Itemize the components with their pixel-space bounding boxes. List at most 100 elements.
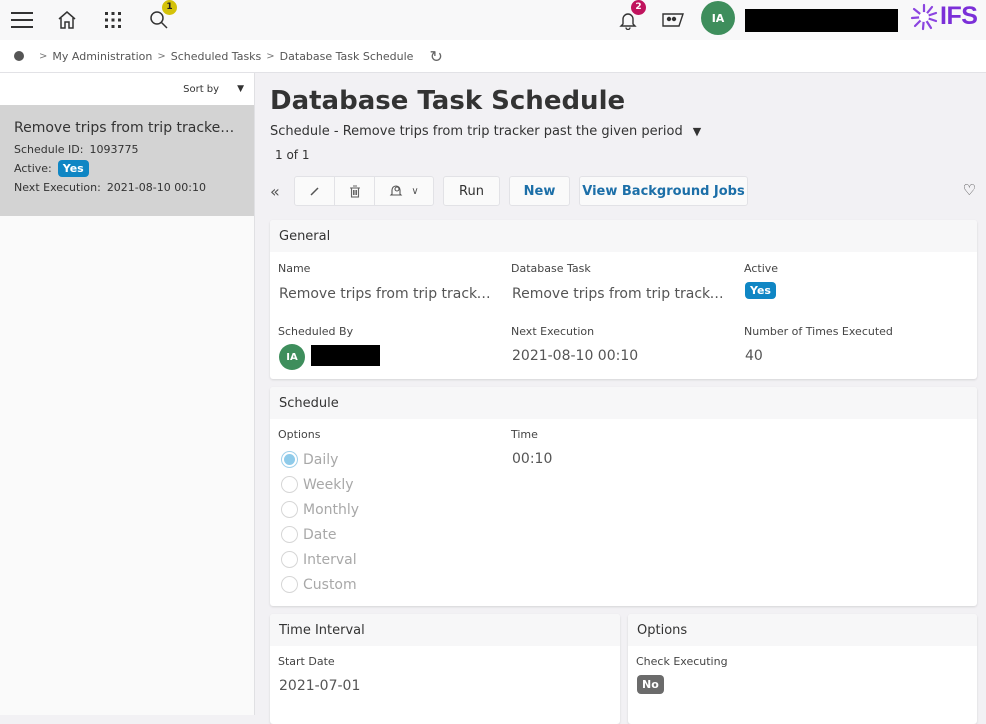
general-card: General Name Remove trips from trip trac… <box>270 220 977 379</box>
toolbar: « ∨ Run New View Background Jobs <box>270 176 748 206</box>
list-item-title: Remove trips from trip tracker past the … <box>14 120 240 136</box>
search-badge: 1 <box>162 0 177 15</box>
detail-panel: Database Task Schedule Schedule - Remove… <box>256 73 986 724</box>
next-execution-label: Next Execution <box>511 325 595 338</box>
edit-button-group: ∨ <box>294 176 434 206</box>
record-selector[interactable]: Schedule - Remove trips from trip tracke… <box>270 124 701 139</box>
schedule-option-date[interactable]: Date <box>281 526 336 543</box>
notify-menu-button[interactable]: ∨ <box>375 177 433 205</box>
next-execution-value: 2021-08-10 00:10 <box>512 348 639 364</box>
chevron-right-icon: > <box>157 50 166 62</box>
list-item[interactable]: Remove trips from trip tracker past the … <box>0 105 254 216</box>
general-header: General <box>270 220 977 252</box>
radio-button[interactable] <box>281 576 298 593</box>
top-bar: 1 2 IA IFS <box>0 0 986 40</box>
radio-label: Custom <box>303 576 357 593</box>
schedule-id-value: 1093775 <box>89 143 139 156</box>
radio-button[interactable] <box>281 451 298 468</box>
chevron-right-icon: > <box>39 50 48 62</box>
options-label: Options <box>278 428 321 441</box>
next-execution-label: Next Execution: <box>14 181 101 194</box>
schedule-card: Schedule Options Daily Weekly Monthly Date I… <box>270 387 977 606</box>
new-button[interactable]: New <box>509 176 570 206</box>
logo-text: IFS <box>940 2 978 30</box>
schedule-header: Schedule <box>270 387 977 419</box>
home-icon[interactable] <box>53 6 81 34</box>
ifs-logo: IFS <box>910 2 978 31</box>
caret-down-icon: ▼ <box>692 125 702 138</box>
menu-icon[interactable] <box>8 6 36 34</box>
database-task-label: Database Task <box>511 262 591 275</box>
active-label: Active: <box>14 162 52 175</box>
radio-label: Date <box>303 526 337 543</box>
start-date-label: Start Date <box>278 655 335 668</box>
times-executed-value: 40 <box>745 348 763 364</box>
time-label: Time <box>511 428 538 441</box>
radio-button[interactable] <box>281 501 298 518</box>
trash-icon <box>349 184 360 198</box>
times-executed-label: Number of Times Executed <box>744 325 893 338</box>
radio-label: Monthly <box>303 501 360 518</box>
radio-label: Daily <box>303 451 339 468</box>
redacted-user-name <box>745 9 898 32</box>
breadcrumb-item-scheduled-tasks[interactable]: Scheduled Tasks <box>171 50 262 63</box>
chevron-right-icon: > <box>266 50 275 62</box>
sort-label: Sort by <box>183 83 220 95</box>
schedule-option-weekly[interactable]: Weekly <box>281 476 354 493</box>
favorite-heart-icon[interactable]: ♡ <box>963 181 976 199</box>
bell-settings-icon <box>390 185 403 196</box>
notifications-button[interactable]: 2 <box>614 0 646 34</box>
edit-button[interactable] <box>295 177 335 205</box>
breadcrumb: > My Administration > Scheduled Tasks > … <box>0 40 986 73</box>
caret-down-icon: ▼ <box>237 84 244 94</box>
run-button[interactable]: Run <box>443 176 500 206</box>
next-execution-value: 2021-08-10 00:10 <box>106 181 206 194</box>
ifs-logo-burst-icon <box>910 3 938 30</box>
name-value: Remove trips from trip tracker past the … <box>279 286 499 302</box>
breadcrumb-item-current: Database Task Schedule <box>279 49 414 63</box>
breadcrumb-root-icon[interactable] <box>14 51 24 61</box>
radio-button[interactable] <box>281 476 298 493</box>
radio-label: Interval <box>303 551 357 568</box>
radio-label: Weekly <box>303 476 354 493</box>
active-badge: Yes <box>745 282 776 299</box>
check-executing-badge: No <box>637 675 664 694</box>
feedback-icon[interactable] <box>659 6 687 34</box>
sort-control[interactable]: Sort by ▼ <box>0 73 254 105</box>
refresh-icon[interactable]: ↻ <box>429 47 442 66</box>
schedule-option-interval[interactable]: Interval <box>281 551 357 568</box>
options-card: Options Check Executing No <box>628 614 977 724</box>
scheduled-by-avatar: IA <box>279 344 305 370</box>
schedule-id-label: Schedule ID: <box>14 143 84 156</box>
delete-button[interactable] <box>335 177 375 205</box>
radio-button[interactable] <box>281 526 298 543</box>
collapse-panel-icon[interactable]: « <box>270 182 294 201</box>
name-label: Name <box>278 262 311 275</box>
notifications-badge: 2 <box>631 0 646 15</box>
schedule-option-monthly[interactable]: Monthly <box>281 501 359 518</box>
options-header: Options <box>628 614 977 646</box>
pencil-icon <box>309 187 319 196</box>
record-list-panel: Sort by ▼ Remove trips from trip tracker… <box>0 73 255 715</box>
check-executing-label: Check Executing <box>636 655 728 668</box>
time-interval-header: Time Interval <box>270 614 620 646</box>
chevron-down-icon: ∨ <box>411 185 419 197</box>
user-avatar[interactable]: IA <box>701 1 735 35</box>
apps-grid-icon[interactable] <box>99 6 127 34</box>
time-value: 00:10 <box>512 451 553 467</box>
breadcrumb-item-my-administration[interactable]: My Administration <box>52 50 152 63</box>
schedule-option-custom[interactable]: Custom <box>281 576 357 593</box>
page-title: Database Task Schedule <box>270 86 626 116</box>
database-task-value[interactable]: Remove trips from trip tracker past the … <box>512 286 732 302</box>
redacted-scheduled-by-name <box>311 345 380 366</box>
record-pager: 1 of 1 <box>275 148 310 162</box>
active-label: Active <box>744 262 779 275</box>
schedule-option-daily[interactable]: Daily <box>281 451 338 468</box>
radio-button[interactable] <box>281 551 298 568</box>
record-subtitle: Schedule - Remove trips from trip tracke… <box>270 124 683 139</box>
time-interval-card: Time Interval Start Date 2021-07-01 <box>270 614 620 724</box>
view-background-jobs-button[interactable]: View Background Jobs <box>579 176 748 206</box>
scheduled-by-label: Scheduled By <box>278 325 354 338</box>
active-badge: Yes <box>57 160 89 177</box>
search-button[interactable]: 1 <box>145 0 177 34</box>
